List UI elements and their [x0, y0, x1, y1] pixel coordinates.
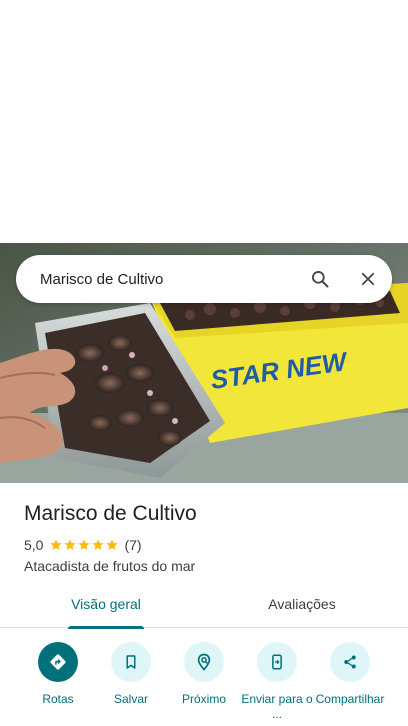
active-tab-indicator	[68, 626, 144, 629]
tab-bar: Visão geral Avaliações	[0, 588, 408, 629]
nearby-button[interactable]: Próximo	[166, 642, 242, 707]
search-icon[interactable]	[296, 255, 344, 303]
bookmark-icon	[111, 642, 151, 682]
search-bar[interactable]: Marisco de Cultivo	[16, 255, 392, 303]
place-page: STAR NEW Marisco de Cultivo Marisco de C…	[0, 0, 408, 726]
save-button[interactable]: Salvar	[93, 642, 169, 707]
star-icon	[78, 539, 91, 550]
tab-overview[interactable]: Visão geral	[54, 588, 158, 629]
place-info: Marisco de Cultivo 5,0 (7) Atacadista de…	[24, 500, 394, 574]
share-button[interactable]: Compartilhar	[312, 642, 388, 707]
search-query[interactable]: Marisco de Cultivo	[40, 271, 296, 288]
star-icon	[64, 539, 77, 550]
rating-value: 5,0	[24, 537, 44, 553]
star-icon	[50, 539, 63, 550]
directions-button[interactable]: Rotas	[20, 642, 96, 707]
tab-reviews-label: Avaliações	[268, 596, 336, 612]
map-area[interactable]	[0, 0, 408, 243]
share-label: Compartilhar	[315, 692, 385, 706]
place-name: Marisco de Cultivo	[24, 502, 197, 525]
send-to-phone-button[interactable]: Enviar para o ...	[239, 642, 315, 722]
directions-icon	[38, 642, 78, 682]
star-icon	[106, 539, 119, 550]
close-icon[interactable]	[344, 255, 392, 303]
star-icon	[92, 539, 105, 550]
tab-reviews[interactable]: Avaliações	[250, 588, 354, 628]
send-to-phone-icon	[257, 642, 297, 682]
place-category[interactable]: Atacadista de frutos do mar	[24, 558, 394, 574]
action-bar: Rotas Salvar Próximo Enviar para o ... C…	[0, 640, 408, 726]
review-count: (7)	[124, 537, 142, 553]
directions-label: Rotas	[42, 692, 74, 706]
rating-stars	[49, 538, 119, 552]
rating-row[interactable]: 5,0 (7)	[24, 536, 394, 554]
save-label: Salvar	[113, 692, 148, 706]
nearby-label: Próximo	[181, 692, 226, 706]
share-icon	[330, 642, 370, 682]
tab-overview-label: Visão geral	[71, 596, 141, 612]
send-to-phone-label: Enviar para o ...	[241, 692, 313, 721]
nearby-icon	[184, 642, 224, 682]
